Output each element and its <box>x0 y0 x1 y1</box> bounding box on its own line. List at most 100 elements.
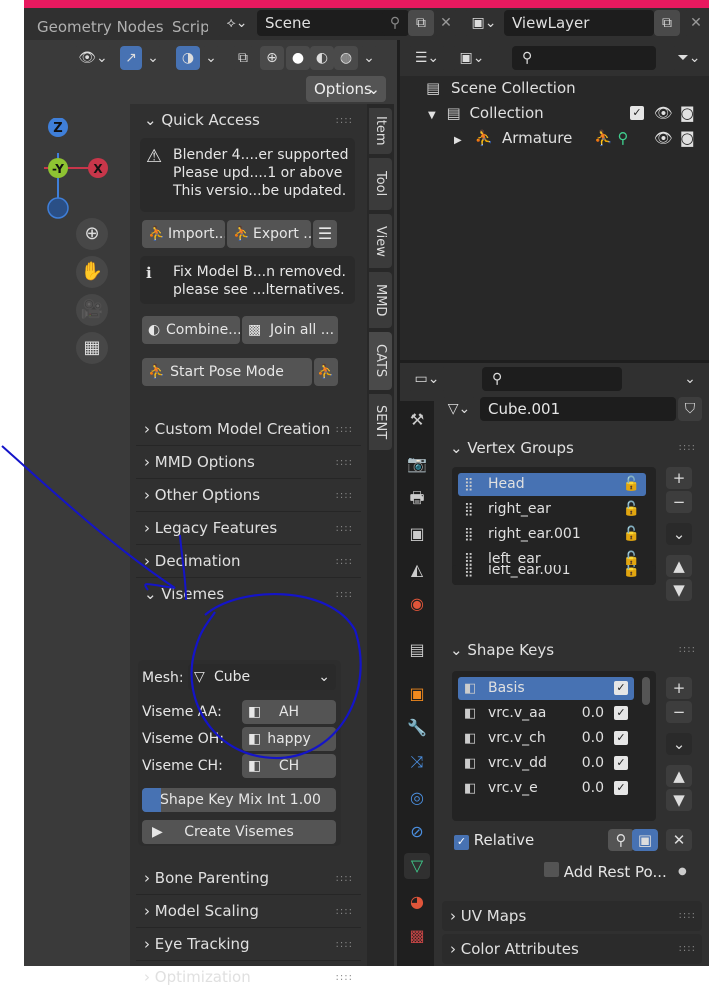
zoom-icon[interactable]: ⊕ <box>76 218 108 250</box>
solid-shading-icon[interactable]: ● <box>286 46 310 70</box>
constraints-icon[interactable]: ⊘ <box>404 819 430 845</box>
panel-eye-tracking[interactable]: › Eye Tracking:::: <box>136 928 361 961</box>
collection-icon[interactable]: ▤ <box>404 637 430 663</box>
drag-handle[interactable]: :::: <box>336 578 353 611</box>
tab-tool[interactable]: Tool <box>369 158 392 210</box>
panel-model-scaling[interactable]: › Model Scaling:::: <box>136 895 361 928</box>
panel-color-attributes[interactable]: › Color Attributes:::: <box>442 934 702 964</box>
move-up-icon[interactable]: ▲ <box>666 555 692 577</box>
fake-user-shield-icon[interactable]: ⛉ <box>678 397 702 421</box>
eye-icon[interactable]: 👁 <box>654 126 673 151</box>
3d-viewport[interactable]: 👁⌄ ↗ ⌄ ◑ ⌄ ⧉ ⊕ ● ◐ ◍ ⌄ Options ⌄ Z -Y X ⊕ <box>24 40 397 986</box>
world-icon[interactable]: ◉ <box>404 591 430 617</box>
viewlayer-browse-icon[interactable]: ▣⌄ <box>464 10 504 36</box>
viseme-ch-field[interactable]: ◧ CH <box>242 754 336 778</box>
overlay-icon[interactable]: ◑ <box>176 46 200 70</box>
viewlayer-name-field[interactable]: ViewLayer <box>504 10 654 36</box>
add-shape-key-button[interactable]: + <box>666 677 692 699</box>
keyframe-dot-icon[interactable]: ● <box>678 861 687 883</box>
lock-icon[interactable]: 🔓 <box>623 498 640 521</box>
eye-icon[interactable]: 👁 <box>654 101 673 126</box>
chevron-down-icon[interactable]: ⌄ <box>666 733 692 755</box>
modifier-wrench-icon[interactable]: 🔧 <box>404 715 430 741</box>
edit-mode-icon[interactable]: ▣ <box>632 829 658 851</box>
list-item[interactable]: ◧ Basis ✓ <box>458 677 634 700</box>
import-button[interactable]: ⛹ Import... <box>142 220 225 248</box>
drag-handle[interactable]: :::: <box>336 862 353 895</box>
xray-icon[interactable]: ⧉ <box>232 46 254 70</box>
shape-keys-header[interactable]: ⌄ Shape Keys:::: <box>442 635 702 665</box>
material-shading-icon[interactable]: ◐ <box>310 46 334 70</box>
list-item[interactable]: ⣿ left_ear.001 🔓 <box>458 565 646 582</box>
display-mode-icon[interactable]: ☰⌄ <box>408 46 446 70</box>
tab-geometry-nodes[interactable]: Geometry Nodes <box>37 8 164 40</box>
shape-key-list[interactable]: ◧ Basis ✓ ◧ vrc.v_aa 0.0 ✓ ◧ vrc.v_ch 0.0 ✓ ◧ vrc… <box>452 671 656 821</box>
pose-icon[interactable]: ⛹ <box>314 358 338 386</box>
mute-checkbox[interactable]: ✓ <box>614 781 628 795</box>
panel-other-options[interactable]: › Other Options:::: <box>136 479 361 512</box>
list-item[interactable]: ◧ vrc.v_aa 0.0 ✓ <box>458 702 634 725</box>
list-item[interactable]: ◧ vrc.v_dd 0.0 ✓ <box>458 752 634 775</box>
chevron-down-icon[interactable]: ⌄ <box>676 367 704 391</box>
camera-render-icon[interactable]: ◙ <box>680 126 695 151</box>
menu-icon[interactable]: ☰ <box>313 220 337 248</box>
remove-vertex-group-button[interactable]: − <box>666 491 692 513</box>
outliner-scene-collection[interactable]: ▤ Scene Collection <box>426 76 576 101</box>
mesh-data-icon[interactable]: ▽⌄ <box>442 397 476 421</box>
shape-key-value[interactable]: 0.0 <box>582 702 604 725</box>
create-visemes-button[interactable]: ▶ Create Visemes <box>142 820 336 844</box>
tab-view[interactable]: View <box>369 214 392 268</box>
panel-mmd-options[interactable]: › MMD Options:::: <box>136 446 361 479</box>
close-icon[interactable]: ✕ <box>434 10 458 36</box>
drag-handle[interactable]: :::: <box>679 635 696 665</box>
new-scene-icon[interactable]: ⧉ <box>408 10 434 36</box>
drag-handle[interactable]: :::: <box>336 928 353 961</box>
drag-handle[interactable]: :::: <box>679 934 696 964</box>
lock-icon[interactable]: 🔓 <box>623 565 640 582</box>
relative-toggle[interactable]: ✓ Relative <box>454 829 534 851</box>
camera-render-icon[interactable]: ◙ <box>680 101 695 126</box>
object-icon[interactable]: ▣ <box>404 681 430 707</box>
export-button[interactable]: ⛹ Export ... <box>227 220 311 248</box>
clear-x-icon[interactable]: ✕ <box>666 829 692 851</box>
panel-custom-model-creation[interactable]: › Custom Model Creation:::: <box>136 413 361 446</box>
tab-item[interactable]: Item <box>369 108 392 154</box>
vertex-groups-header[interactable]: ⌄ Vertex Groups:::: <box>442 433 702 463</box>
outliner-armature[interactable]: ▶ ⛹ Armature ⛹ ⚲ 👁 ◙ <box>454 126 708 151</box>
material-icon[interactable]: ◕ <box>404 889 430 915</box>
pin-icon[interactable]: ⚲ <box>608 829 634 851</box>
pose-data-icon[interactable]: ⛹ ⚲ <box>594 126 628 151</box>
scene-icon[interactable]: ◭ <box>404 557 430 583</box>
mute-checkbox[interactable]: ✓ <box>614 706 628 720</box>
move-down-icon[interactable]: ▼ <box>666 789 692 811</box>
wireframe-shading-icon[interactable]: ⊕ <box>260 46 284 70</box>
visemes-header[interactable]: ⌄ Visemes:::: <box>136 578 361 611</box>
relative-checkbox[interactable]: ✓ <box>454 835 469 850</box>
lock-icon[interactable]: 🔓 <box>623 473 640 496</box>
shape-key-mix-slider[interactable]: Shape Key Mix Int 1.00 <box>142 788 336 812</box>
output-icon[interactable]: 🖶 <box>404 485 430 511</box>
panel-decimation[interactable]: › Decimation:::: <box>136 545 361 578</box>
mute-checkbox[interactable]: ✓ <box>614 681 628 695</box>
drag-handle[interactable]: :::: <box>679 433 696 463</box>
pin-icon[interactable]: ⚲ <box>382 10 408 36</box>
mesh-data-icon[interactable]: ▽ <box>404 853 430 879</box>
list-item[interactable]: ⣿ right_ear.001 🔓 <box>458 523 646 546</box>
filter-type-icon[interactable]: ▣⌄ <box>452 46 492 70</box>
join-all-button[interactable]: ▩ Join all ... <box>242 316 338 344</box>
list-item[interactable]: ◧ vrc.v_e 0.0 ✓ <box>458 777 634 800</box>
tab-cats[interactable]: CATS <box>369 332 392 390</box>
list-scrollbar[interactable] <box>642 677 650 705</box>
scene-browse-icon[interactable]: ⟡⌄ <box>217 10 257 36</box>
options-dropdown[interactable]: Options ⌄ <box>306 76 386 102</box>
lock-icon[interactable]: 🔓 <box>623 523 640 546</box>
view-layer-icon[interactable]: ▣ <box>404 521 430 547</box>
viseme-aa-field[interactable]: ◧ AH <box>242 700 336 724</box>
add-vertex-group-button[interactable]: + <box>666 467 692 489</box>
gizmo-icon[interactable]: ↗ <box>120 46 142 70</box>
filter-icon[interactable]: ⏷⌄ <box>672 46 706 70</box>
drag-handle[interactable]: :::: <box>336 479 353 512</box>
include-checkbox[interactable]: ✓ <box>630 106 644 120</box>
add-rest-checkbox[interactable] <box>544 862 559 877</box>
tab-mmd[interactable]: MMD <box>369 272 392 328</box>
